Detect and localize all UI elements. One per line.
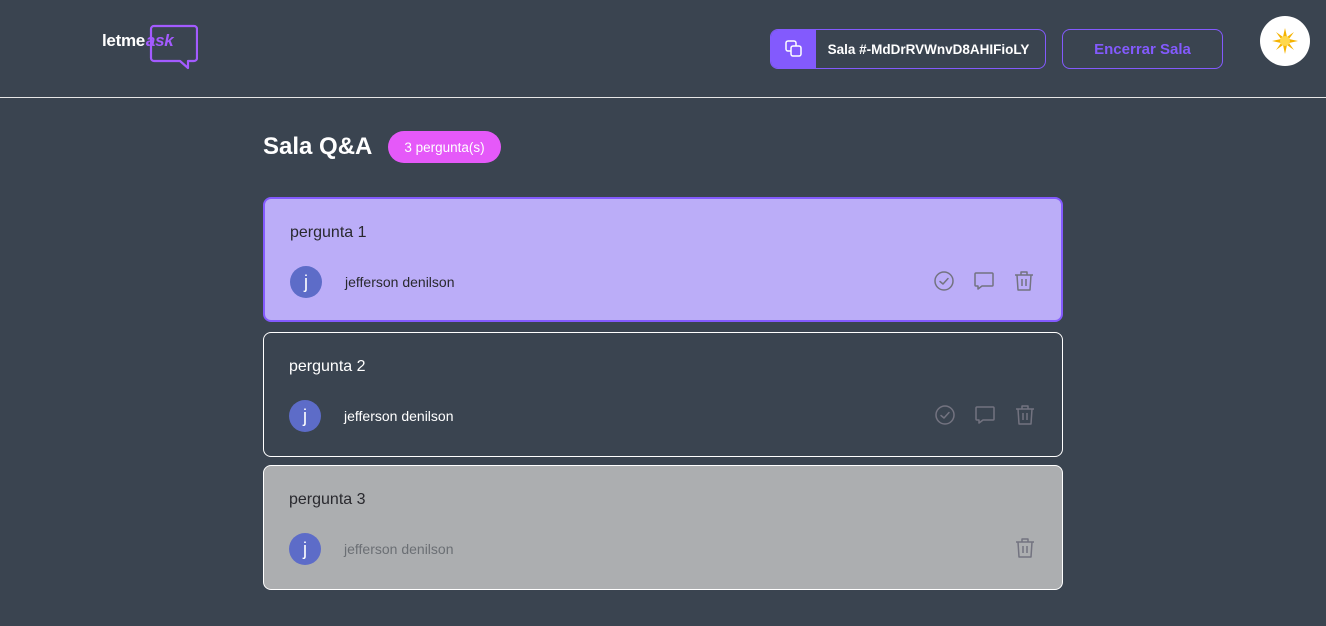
question-actions bbox=[916, 269, 1036, 293]
question-author: j jefferson denilson bbox=[289, 533, 453, 565]
author-name: jefferson denilson bbox=[344, 408, 454, 424]
question-card: pergunta 2 j jefferson denilson bbox=[263, 332, 1063, 457]
question-actions bbox=[997, 536, 1037, 560]
app-header: letmeask Sala #-MdDrRVWnvD8AHIFioLY Ence… bbox=[0, 0, 1326, 98]
page-title: Sala Q&A bbox=[263, 133, 373, 160]
logo-text-accent: ask bbox=[145, 31, 174, 50]
room-code-button[interactable]: Sala #-MdDrRVWnvD8AHIFioLY bbox=[770, 29, 1046, 69]
check-circle-icon[interactable] bbox=[933, 403, 957, 427]
trash-icon[interactable] bbox=[1013, 536, 1037, 560]
end-room-button[interactable]: Encerrar Sala bbox=[1062, 29, 1223, 69]
theme-toggle-button[interactable] bbox=[1260, 16, 1310, 66]
question-actions bbox=[917, 403, 1037, 427]
sun-icon bbox=[1272, 28, 1298, 54]
answer-icon[interactable] bbox=[972, 269, 996, 293]
question-content: pergunta 1 bbox=[290, 224, 367, 241]
trash-icon[interactable] bbox=[1013, 403, 1037, 427]
letmeask-logo[interactable]: letmeask bbox=[102, 24, 198, 70]
question-content: pergunta 3 bbox=[289, 491, 366, 508]
trash-icon[interactable] bbox=[1012, 269, 1036, 293]
answer-icon[interactable] bbox=[973, 403, 997, 427]
question-author: j jefferson denilson bbox=[290, 266, 454, 298]
question-count-badge: 3 pergunta(s) bbox=[388, 131, 501, 163]
question-card-highlighted: pergunta 1 j jefferson denilson bbox=[263, 197, 1063, 322]
logo-text-main: letme bbox=[102, 31, 145, 50]
avatar: j bbox=[290, 266, 322, 298]
avatar: j bbox=[289, 400, 321, 432]
author-name: jefferson denilson bbox=[344, 541, 454, 557]
room-code-text: Sala #-MdDrRVWnvD8AHIFioLY bbox=[827, 41, 1030, 57]
avatar: j bbox=[289, 533, 321, 565]
check-circle-icon[interactable] bbox=[932, 269, 956, 293]
question-content: pergunta 2 bbox=[289, 358, 366, 375]
logo-text: letmeask bbox=[102, 31, 174, 51]
copy-icon[interactable] bbox=[771, 30, 816, 68]
author-name: jefferson denilson bbox=[345, 274, 455, 290]
question-author: j jefferson denilson bbox=[289, 400, 453, 432]
room-title-bar: Sala Q&A 3 pergunta(s) bbox=[263, 131, 501, 163]
question-card-answered: pergunta 3 j jefferson denilson bbox=[263, 465, 1063, 590]
